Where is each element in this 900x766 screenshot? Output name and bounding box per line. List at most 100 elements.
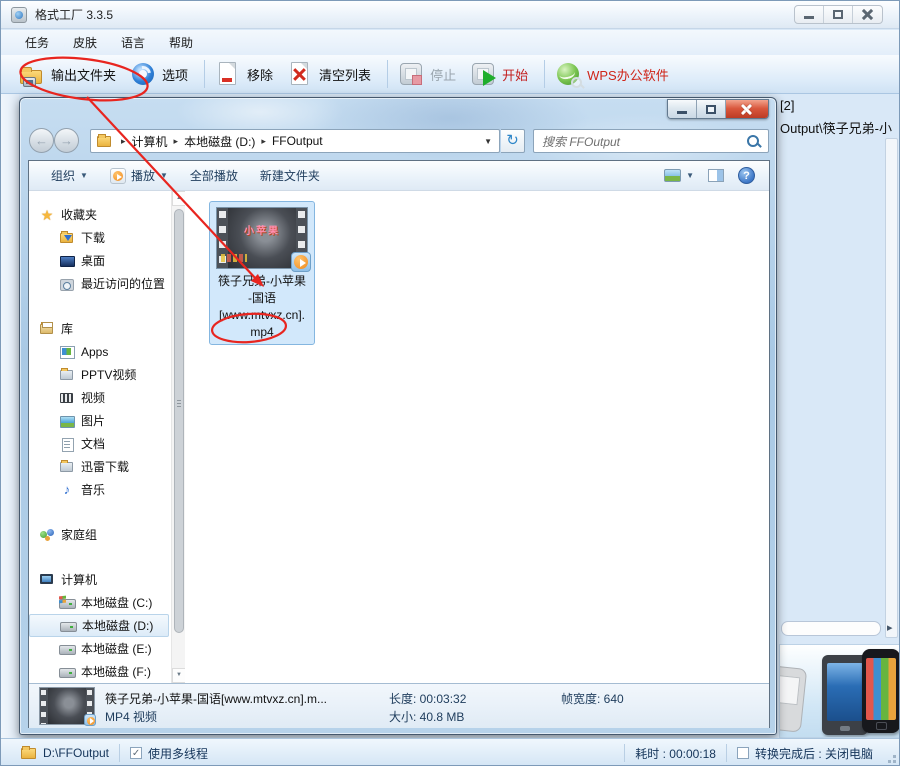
disk-icon bbox=[59, 641, 75, 657]
clear-list-button[interactable]: 清空列表 bbox=[287, 61, 371, 87]
menu-tasks[interactable]: 任务 bbox=[25, 34, 49, 51]
sidebar-item-recent-places[interactable]: 最近访问的位置 bbox=[29, 272, 171, 295]
scrollbar-thumb[interactable] bbox=[174, 209, 184, 633]
views-button[interactable]: ▼ bbox=[664, 169, 694, 182]
sidebar-item-music[interactable]: ♪ 音乐 bbox=[29, 478, 171, 501]
play-button[interactable]: 播放 ▼ bbox=[110, 167, 168, 184]
breadcrumb-sep-icon: ▸ bbox=[174, 136, 179, 147]
task-list-item[interactable]: Output\筷子兄弟-小 bbox=[780, 118, 892, 137]
folder-icon bbox=[97, 136, 111, 147]
sidebar-item-disk-d[interactable]: 本地磁盘 (D:) bbox=[29, 614, 169, 637]
chevron-down-icon: ▼ bbox=[80, 171, 88, 180]
disk-c-icon bbox=[59, 595, 75, 611]
output-folder-button[interactable]: 输出文件夹 bbox=[19, 61, 116, 87]
star-icon: ★ bbox=[39, 207, 55, 223]
start-button[interactable]: 开始 bbox=[470, 61, 528, 87]
breadcrumb-ffoutput[interactable]: FFOutput bbox=[272, 134, 323, 148]
library-icon bbox=[39, 321, 55, 337]
help-button[interactable]: ? bbox=[738, 167, 755, 184]
options-button[interactable]: 选项 bbox=[130, 61, 188, 87]
sidebar-item-videos[interactable]: 视频 bbox=[29, 386, 171, 409]
sidebar-item-disk-c[interactable]: 本地磁盘 (C:) bbox=[29, 591, 171, 614]
remove-button[interactable]: 移除 bbox=[215, 61, 273, 87]
multithread-checkbox[interactable]: ✓ bbox=[130, 747, 142, 759]
mobile-device-panel bbox=[779, 644, 900, 738]
sidebar-item-disk-f[interactable]: 本地磁盘 (F:) bbox=[29, 660, 171, 683]
details-file-type: MP4 视频 bbox=[105, 708, 157, 725]
file-list-area[interactable]: 小苹果 筷子兄弟-小苹果 -国语 [www.mtvxz.cn]. mp4 bbox=[185, 191, 769, 683]
menu-language[interactable]: 语言 bbox=[121, 34, 145, 51]
app-minimize-button[interactable] bbox=[795, 6, 824, 23]
thunder-library-icon bbox=[59, 459, 75, 475]
sidebar-scrollbar[interactable]: ▲ ▼ bbox=[171, 191, 185, 683]
output-folder-icon bbox=[19, 61, 45, 87]
search-box[interactable]: 搜索 FFOutput bbox=[533, 129, 769, 153]
pptv-library-icon bbox=[59, 367, 75, 383]
organize-button[interactable]: 组织 ▼ bbox=[51, 167, 88, 184]
sidebar-item-downloads[interactable]: 下载 bbox=[29, 226, 171, 249]
hscroll-right-arrow-icon[interactable]: ▸ bbox=[887, 621, 893, 634]
sidebar-section-favorites[interactable]: ★ 收藏夹 bbox=[29, 203, 171, 226]
address-bar[interactable]: ▸ 计算机 ▸ 本地磁盘 (D:) ▸ FFOutput ▼ bbox=[90, 129, 500, 153]
explorer-minimize-button[interactable] bbox=[668, 100, 697, 119]
output-path[interactable]: D:\FFOutput bbox=[43, 746, 109, 760]
sidebar-section-libraries[interactable]: 库 bbox=[29, 317, 171, 340]
task-list-hscrollbar[interactable] bbox=[781, 621, 881, 636]
app-left-panel-edge bbox=[1, 94, 19, 738]
sidebar-item-disk-e[interactable]: 本地磁盘 (E:) bbox=[29, 637, 171, 660]
stop-icon bbox=[398, 61, 424, 87]
preview-pane-button[interactable] bbox=[708, 169, 724, 182]
breadcrumb-disk-d[interactable]: 本地磁盘 (D:) bbox=[184, 133, 255, 150]
breadcrumb-computer[interactable]: 计算机 bbox=[132, 133, 168, 150]
new-folder-button[interactable]: 新建文件夹 bbox=[260, 167, 320, 184]
sidebar-section-homegroup[interactable]: 家庭组 bbox=[29, 523, 171, 546]
thumb-overlay-text: 小苹果 bbox=[217, 222, 307, 237]
sidebar-item-apps[interactable]: Apps bbox=[29, 340, 171, 363]
resize-grip[interactable] bbox=[883, 750, 897, 764]
wps-button[interactable]: WPS办公软件 bbox=[555, 61, 669, 87]
sidebar-item-documents[interactable]: 文档 bbox=[29, 432, 171, 455]
command-bar-right: ▼ ? bbox=[664, 167, 755, 184]
refresh-icon: ↻ bbox=[506, 132, 519, 149]
address-dropdown-icon[interactable]: ▼ bbox=[484, 137, 492, 146]
disk-icon bbox=[60, 618, 76, 634]
file-name-line: 筷子兄弟-小苹果 bbox=[210, 273, 314, 290]
scroll-up-button[interactable]: ▲ bbox=[172, 191, 186, 206]
sidebar-section-computer[interactable]: 计算机 bbox=[29, 568, 171, 591]
app-maximize-button[interactable] bbox=[824, 6, 853, 23]
chevron-down-icon: ▼ bbox=[686, 171, 694, 180]
breadcrumb-sep-icon: ▸ bbox=[261, 136, 266, 147]
search-icon bbox=[747, 135, 760, 148]
device-image-partial bbox=[779, 665, 807, 732]
refresh-button[interactable]: ↻ bbox=[501, 129, 525, 153]
menu-help[interactable]: 帮助 bbox=[169, 34, 193, 51]
forward-button[interactable]: → bbox=[54, 128, 79, 153]
menu-skin[interactable]: 皮肤 bbox=[73, 34, 97, 51]
statusbar-right: 耗时 : 00:00:18 转换完成后 : 关闭电脑 bbox=[614, 742, 900, 764]
homegroup-icon bbox=[39, 527, 55, 543]
sidebar-item-desktop[interactable]: 桌面 bbox=[29, 249, 171, 272]
sidebar-item-thunder-downloads[interactable]: 迅雷下载 bbox=[29, 455, 171, 478]
explorer-maximize-button[interactable] bbox=[697, 100, 726, 119]
play-badge-icon bbox=[84, 714, 96, 726]
video-frame bbox=[48, 688, 86, 724]
scroll-down-button[interactable]: ▼ bbox=[172, 668, 186, 683]
stop-button[interactable]: 停止 bbox=[398, 61, 456, 87]
play-all-button[interactable]: 全部播放 bbox=[190, 167, 238, 184]
toolbar-separator bbox=[544, 60, 545, 88]
app-toolbar: 输出文件夹 选项 移除 清空列表 停止 开始 WPS办公软件 bbox=[1, 55, 900, 94]
sidebar-item-pictures[interactable]: 图片 bbox=[29, 409, 171, 432]
app-close-button[interactable] bbox=[853, 6, 882, 23]
explorer-close-button[interactable] bbox=[726, 100, 768, 119]
file-name-line: mp4 bbox=[210, 324, 314, 341]
file-item-mp4[interactable]: 小苹果 筷子兄弟-小苹果 -国语 [www.mtvxz.cn]. mp4 bbox=[209, 201, 315, 345]
thumb-subtitle-decor bbox=[221, 254, 247, 262]
multithread-label: 使用多线程 bbox=[148, 745, 208, 762]
sidebar-gap bbox=[29, 501, 171, 523]
back-button[interactable]: ← bbox=[29, 128, 54, 153]
apps-library-icon bbox=[59, 344, 75, 360]
forward-arrow-icon: → bbox=[60, 133, 73, 148]
sidebar-item-pptv-videos[interactable]: PPTV视频 bbox=[29, 363, 171, 386]
shutdown-after-checkbox[interactable] bbox=[737, 747, 749, 759]
task-list-scrollbar[interactable] bbox=[885, 138, 898, 638]
